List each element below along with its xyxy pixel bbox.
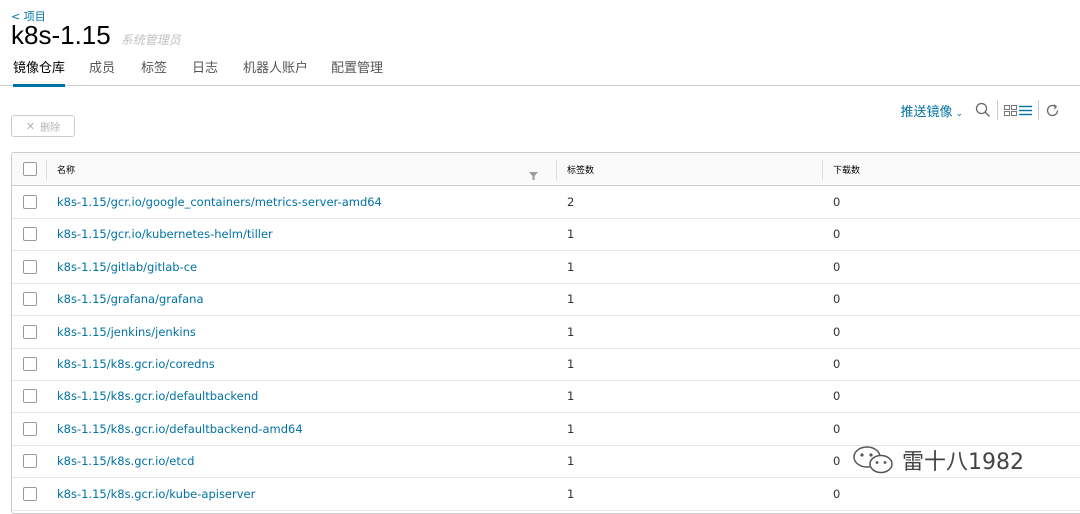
repository-name-link[interactable]: k8s-1.15/grafana/grafana — [57, 292, 204, 306]
table-row[interactable]: k8s-1.15/gitlab/gitlab-ce 1 0 — [12, 251, 1080, 284]
close-icon: ✕ — [25, 119, 36, 133]
repository-name-link[interactable]: k8s-1.15/jenkins/jenkins — [57, 325, 196, 339]
repository-name-link[interactable]: k8s-1.15/k8s.gcr.io/defaultbackend-amd64 — [57, 422, 303, 436]
pull-count: 0 — [833, 195, 841, 209]
card-view-icon[interactable] — [1004, 104, 1017, 116]
row-checkbox[interactable] — [23, 486, 37, 501]
title-row: k8s-1.15 系统管理员 — [11, 20, 181, 51]
pull-count: 0 — [833, 486, 841, 501]
table-row[interactable]: k8s-1.15/grafana/grafana 1 0 — [12, 283, 1080, 317]
column-separator — [46, 160, 47, 180]
repository-name-link[interactable]: k8s-1.15/gcr.io/kubernetes-helm/tiller — [57, 227, 273, 241]
table-row[interactable]: k8s-1.15/gcr.io/kubernetes-helm/tiller 1 0 — [12, 218, 1080, 252]
delete-button[interactable]: ✕ 删除 — [11, 115, 75, 137]
row-checkbox[interactable] — [23, 421, 37, 436]
repository-name-link[interactable]: k8s-1.15/gitlab/gitlab-ce — [57, 260, 197, 274]
filter-icon[interactable] — [529, 165, 538, 184]
table-row[interactable]: k8s-1.15/k8s.gcr.io/defaultbackend-amd64… — [12, 413, 1080, 446]
toolbar-divider — [997, 100, 998, 120]
tab-configuration[interactable]: 配置管理 — [331, 60, 383, 84]
pull-count: 0 — [833, 227, 841, 242]
tab-members[interactable]: 成员 — [89, 60, 115, 84]
row-checkbox[interactable] — [23, 227, 37, 242]
column-header-pulls[interactable]: 下载数 — [833, 163, 860, 176]
table-row[interactable]: k8s-1.15/k8s.gcr.io/defaultbackend 1 0 — [12, 380, 1080, 414]
tab-bar: 镜像仓库 成员 标签 日志 机器人账户 配置管理 — [0, 58, 1080, 87]
tag-count: 2 — [567, 195, 575, 209]
column-separator — [556, 160, 557, 180]
tag-count: 1 — [567, 292, 575, 307]
table-row[interactable]: k8s-1.15/k8s.gcr.io/coredns 1 0 — [12, 348, 1080, 381]
repository-name-link[interactable]: k8s-1.15/gcr.io/google_containers/metric… — [57, 195, 382, 209]
pull-count: 0 — [833, 389, 841, 404]
toolbar-right: 推送镜像 ⌄ — [900, 98, 1060, 122]
row-checkbox[interactable] — [23, 292, 37, 307]
pull-count: 0 — [833, 421, 841, 436]
watermark-text: 雷十八1982 — [902, 450, 1024, 475]
row-checkbox[interactable] — [23, 357, 37, 371]
watermark: 雷十八1982 — [852, 444, 1024, 476]
pull-count: 0 — [833, 259, 841, 274]
column-separator — [822, 160, 823, 180]
push-image-label: 推送镜像 — [900, 104, 953, 120]
tag-count: 1 — [567, 324, 575, 339]
repository-name-link[interactable]: k8s-1.15/k8s.gcr.io/etcd — [57, 454, 194, 468]
tag-count: 1 — [567, 259, 575, 274]
repository-name-link[interactable]: k8s-1.15/k8s.gcr.io/kube-apiserver — [57, 487, 255, 501]
wechat-logo-icon — [853, 446, 893, 474]
tag-count: 1 — [567, 227, 575, 242]
repository-name-link[interactable]: k8s-1.15/k8s.gcr.io/coredns — [57, 357, 215, 371]
toolbar-divider — [1038, 100, 1039, 120]
tag-count: 1 — [567, 454, 575, 469]
row-checkbox[interactable] — [23, 259, 37, 274]
table-row[interactable]: k8s-1.15/k8s.gcr.io/kube-apiserver 1 0 — [12, 478, 1080, 511]
tab-repositories[interactable]: 镜像仓库 — [13, 60, 66, 87]
search-icon[interactable] — [975, 102, 991, 118]
row-checkbox[interactable] — [23, 454, 37, 469]
delete-label: 删除 — [40, 122, 61, 134]
row-checkbox[interactable] — [23, 324, 37, 339]
row-checkbox[interactable] — [23, 389, 37, 404]
refresh-icon[interactable] — [1045, 103, 1060, 118]
pull-count: 0 — [833, 357, 841, 371]
pull-count: 0 — [833, 324, 841, 339]
column-header-name[interactable]: 名称 — [57, 163, 75, 176]
table-row[interactable]: k8s-1.15/gcr.io/google_containers/metric… — [12, 186, 1080, 219]
row-checkbox[interactable] — [23, 195, 37, 209]
tag-count: 1 — [567, 357, 575, 371]
list-view-icon[interactable] — [1019, 105, 1032, 116]
pull-count: 0 — [833, 292, 841, 307]
pull-count: 0 — [833, 454, 841, 469]
column-header-tags[interactable]: 标签数 — [567, 163, 594, 176]
tab-logs[interactable]: 日志 — [192, 60, 218, 84]
tag-count: 1 — [567, 389, 575, 404]
tab-labels[interactable]: 标签 — [141, 60, 167, 84]
table-row[interactable]: k8s-1.15/jenkins/jenkins 1 0 — [12, 316, 1080, 349]
role-label: 系统管理员 — [120, 33, 181, 47]
select-all-checkbox[interactable] — [23, 162, 37, 176]
repository-name-link[interactable]: k8s-1.15/k8s.gcr.io/defaultbackend — [57, 389, 258, 403]
push-image-button[interactable]: 推送镜像 ⌄ — [900, 101, 963, 120]
tag-count: 1 — [567, 421, 575, 436]
chevron-down-icon: ⌄ — [955, 108, 963, 119]
table-header: 名称 标签数 下载数 — [12, 153, 1080, 186]
page-title: k8s-1.15 — [11, 20, 111, 50]
tag-count: 1 — [567, 486, 575, 501]
tab-robot-accounts[interactable]: 机器人账户 — [243, 60, 308, 84]
